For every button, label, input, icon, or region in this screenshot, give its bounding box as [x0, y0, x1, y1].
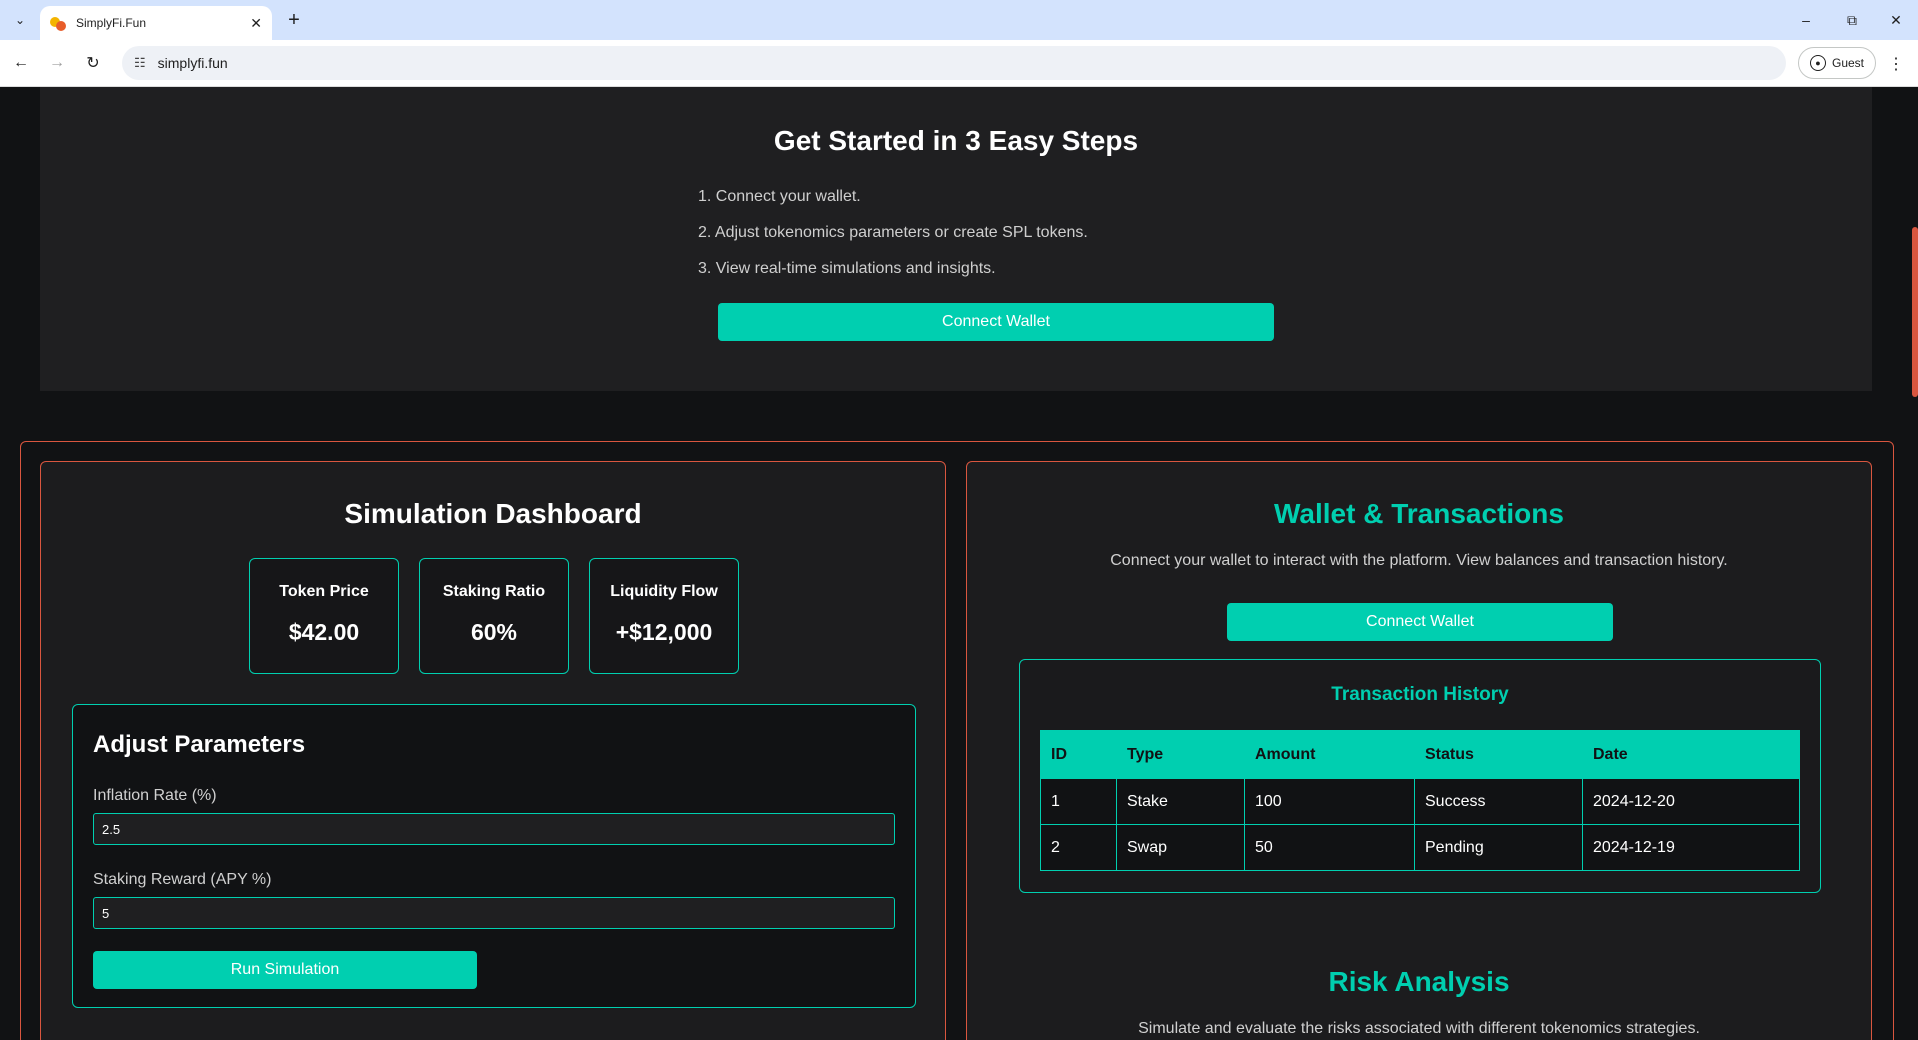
cell-type: Stake [1116, 778, 1245, 825]
reload-icon[interactable]: ↻ [80, 50, 106, 76]
cell-date: 2024-12-19 [1582, 824, 1800, 871]
cell-amount: 100 [1244, 778, 1415, 825]
metric-card-token-price: Token Price $42.00 [249, 558, 399, 674]
cell-id: 1 [1040, 778, 1117, 825]
forward-icon[interactable]: → [44, 50, 70, 76]
metric-card-staking-ratio: Staking Ratio 60% [419, 558, 569, 674]
transaction-history-box: Transaction History ID Type Amount Statu… [1019, 659, 1821, 893]
minimize-icon[interactable]: – [1786, 8, 1826, 32]
profile-button[interactable]: ● Guest [1798, 47, 1876, 79]
metric-label: Token Price [279, 583, 369, 600]
simulation-dashboard-panel: Simulation Dashboard Token Price $42.00 … [40, 461, 946, 1040]
browser-tab[interactable]: SimplyFi.Fun ✕ [40, 6, 272, 40]
browser-tabbar: ⌄ SimplyFi.Fun ✕ + – ⧉ ✕ [0, 0, 1918, 40]
staking-reward-input[interactable]: 5 [93, 897, 895, 929]
metric-label: Liquidity Flow [610, 583, 718, 600]
cell-date: 2024-12-20 [1582, 778, 1800, 825]
page-viewport[interactable]: Get Started in 3 Easy Steps 1. Connect y… [0, 87, 1918, 1040]
column-header-amount: Amount [1244, 730, 1415, 779]
column-header-id: ID [1040, 730, 1117, 779]
profile-icon: ● [1809, 55, 1826, 71]
column-header-date: Date [1582, 730, 1800, 779]
metric-card-liquidity-flow: Liquidity Flow +$12,000 [589, 558, 739, 674]
wallet-transactions-panel: Wallet & Transactions Connect your walle… [966, 461, 1872, 1040]
inflation-rate-input[interactable]: 2.5 [93, 813, 895, 845]
restore-icon[interactable]: ⧉ [1832, 8, 1872, 32]
tab-close-icon[interactable]: ✕ [250, 15, 262, 32]
get-started-title: Get Started in 3 Easy Steps [773, 125, 1139, 156]
cell-status: Pending [1414, 824, 1583, 871]
step-item: 3. View real-time simulations and insigh… [698, 260, 996, 277]
back-icon[interactable]: ← [8, 50, 34, 76]
inflation-rate-label: Inflation Rate (%) [93, 787, 217, 804]
get-started-section: Get Started in 3 Easy Steps 1. Connect y… [40, 87, 1872, 391]
step-item: 2. Adjust tokenomics parameters or creat… [698, 224, 1088, 241]
close-window-icon[interactable]: ✕ [1876, 8, 1916, 32]
adjust-parameters-form: Adjust Parameters Inflation Rate (%) 2.5… [72, 704, 916, 1008]
run-simulation-button[interactable]: Run Simulation [93, 951, 477, 989]
metric-value: 60% [470, 619, 518, 645]
tab-title: SimplyFi.Fun [76, 16, 147, 30]
wallet-description: Connect your wallet to interact with the… [1110, 552, 1728, 569]
metric-label: Staking Ratio [442, 583, 546, 600]
risk-analysis-description: Simulate and evaluate the risks associat… [1138, 1020, 1700, 1037]
table-row: 1 Stake 100 Success 2024-12-20 [1040, 778, 1800, 825]
metric-value: +$12,000 [615, 619, 713, 645]
cell-id: 2 [1040, 824, 1117, 871]
simulation-dashboard-title: Simulation Dashboard [344, 498, 642, 529]
column-header-type: Type [1116, 730, 1245, 779]
metric-value: $42.00 [288, 619, 360, 645]
profile-label: Guest [1831, 56, 1864, 70]
step-item: 1. Connect your wallet. [698, 188, 861, 205]
scrollbar-thumb[interactable] [1912, 227, 1918, 397]
adjust-parameters-title: Adjust Parameters [93, 731, 306, 758]
transaction-table: ID Type Amount Status Date 1 Stake 100 S… [1040, 730, 1800, 871]
transaction-history-title: Transaction History [1331, 684, 1509, 705]
url-text: simplyfi.fun [157, 55, 228, 71]
column-header-status: Status [1414, 730, 1583, 779]
cell-amount: 50 [1244, 824, 1415, 871]
tab-search-icon[interactable]: ⌄ [8, 9, 32, 31]
wallet-transactions-title: Wallet & Transactions [1274, 498, 1564, 529]
staking-reward-label: Staking Reward (APY %) [93, 871, 272, 888]
table-row: 2 Swap 50 Pending 2024-12-19 [1040, 824, 1800, 871]
site-favicon-icon [50, 15, 66, 31]
browser-toolbar: ← → ↻ ☷ simplyfi.fun ● Guest ⋮ [0, 40, 1918, 87]
wallet-connect-button[interactable]: Connect Wallet [1227, 603, 1613, 641]
site-settings-icon[interactable]: ☷ [134, 55, 146, 71]
new-tab-icon[interactable]: + [282, 8, 306, 32]
address-bar[interactable]: ☷ simplyfi.fun [122, 46, 1786, 80]
risk-analysis-title: Risk Analysis [1328, 966, 1510, 997]
browser-menu-icon[interactable]: ⋮ [1886, 52, 1906, 76]
steps-list: 1. Connect your wallet. 2. Adjust tokeno… [698, 187, 1088, 295]
cell-type: Swap [1116, 824, 1245, 871]
table-header-row: ID Type Amount Status Date [1040, 730, 1800, 779]
connect-wallet-button[interactable]: Connect Wallet [718, 303, 1274, 341]
cell-status: Success [1414, 778, 1583, 825]
